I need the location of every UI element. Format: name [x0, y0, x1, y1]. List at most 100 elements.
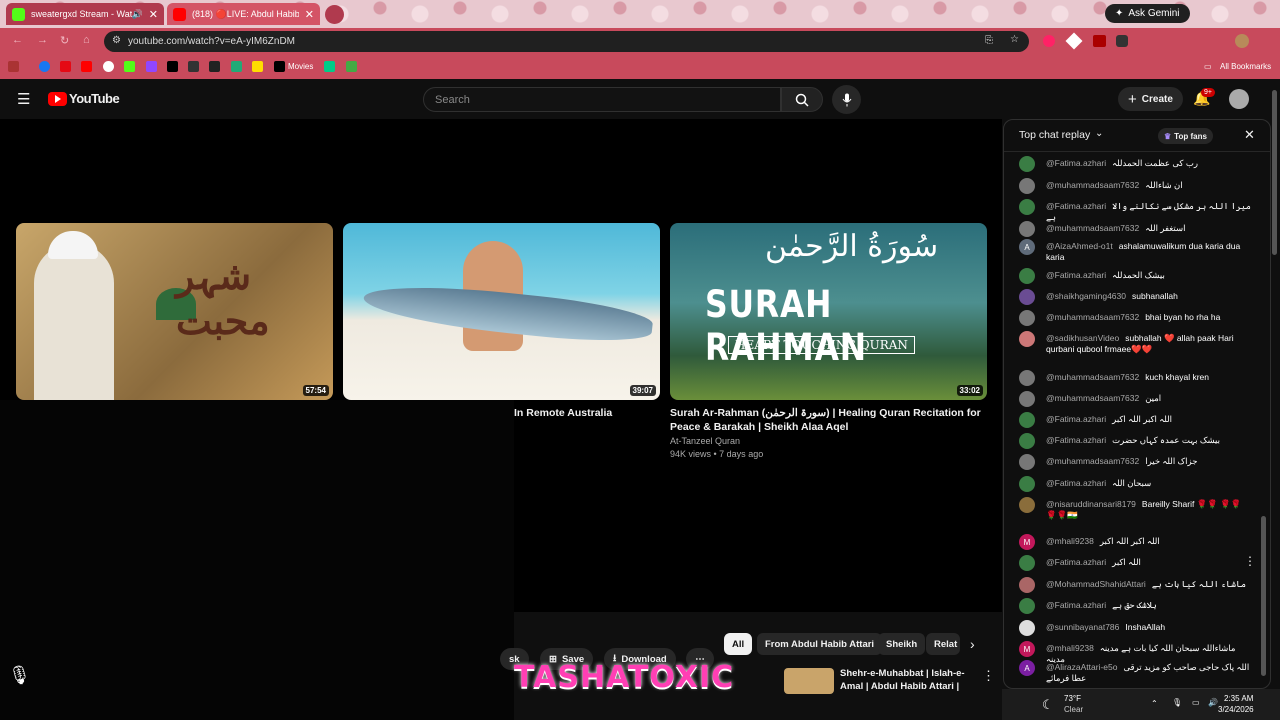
upnext-title[interactable]: Shehr-e-Muhabbat | Islah-e- [840, 668, 965, 680]
install-app-icon[interactable]: ⎘ [985, 35, 993, 46]
author-name[interactable]: @nisaruddinansari8179 [1046, 499, 1136, 509]
chat-message[interactable]: @Fatima.azhari سبحان اللہ [1019, 476, 1251, 492]
author-name[interactable]: @muhammadsaam7632 [1046, 393, 1139, 403]
chip-all[interactable]: All [724, 633, 753, 655]
all-bookmarks[interactable]: All Bookmarks [1220, 62, 1271, 71]
upnext-title[interactable]: Amal | Abdul Habib Attari | [840, 681, 959, 693]
clock-time[interactable]: 2:35 AM [1224, 694, 1253, 703]
browser-tab-kick[interactable]: sweatergxd Stream - Watch 🔊 ✕ [6, 3, 164, 25]
chat-message[interactable]: A @AizaAhmed-o1t ashalamuwalikum dua karia… [1019, 239, 1251, 263]
bookmark-icon[interactable] [324, 61, 335, 72]
author-avatar[interactable] [1019, 221, 1035, 237]
twitch-icon[interactable] [146, 61, 157, 72]
search-input[interactable]: Search [423, 87, 781, 112]
author-avatar[interactable] [1019, 289, 1035, 305]
clock-date[interactable]: 3/24/2026 [1218, 705, 1254, 714]
bookmark-icon[interactable] [231, 61, 242, 72]
menu-icon[interactable]: ☰ [17, 90, 30, 108]
more-vert-icon[interactable]: ⋮ [982, 668, 995, 684]
bookmark-icon[interactable] [252, 61, 263, 72]
author-avatar[interactable] [1019, 598, 1035, 614]
account-avatar[interactable] [1229, 89, 1249, 109]
video-title[interactable]: In Remote Australia [514, 406, 612, 420]
profile-avatar[interactable] [1235, 34, 1249, 48]
video-title[interactable]: Peace & Barakah | Sheikh Alaa Aqel [670, 420, 848, 434]
home-icon[interactable]: ⌂ [83, 34, 90, 46]
chat-message[interactable]: M @mhali9238 اللہ اکبر اللہ اکبر [1019, 534, 1251, 550]
author-name[interactable]: @Fatima.azhari [1046, 201, 1106, 211]
author-avatar[interactable] [1019, 268, 1035, 284]
author-name[interactable]: @muhammadsaam7632 [1046, 456, 1139, 466]
top-fans-button[interactable]: ♛ Top fans [1158, 128, 1213, 144]
close-icon[interactable]: ✕ [1244, 127, 1255, 143]
author-name[interactable]: @muhammadsaam7632 [1046, 223, 1139, 233]
search-button[interactable] [781, 87, 823, 112]
chip-sheikh[interactable]: Sheikh [878, 633, 926, 655]
extension-icon[interactable] [1065, 32, 1083, 50]
chat-message[interactable]: @Fatima.azhari بلاشک حق ہے [1019, 598, 1251, 614]
author-avatar[interactable]: A [1019, 239, 1035, 255]
author-name[interactable]: @AlirazaAttari-e5o [1046, 662, 1117, 672]
author-avatar[interactable] [1019, 497, 1035, 513]
chat-message[interactable]: @Fatima.azhari میرا اللہ ہر مشکل سے نکالن… [1019, 199, 1251, 223]
author-avatar[interactable]: A [1019, 660, 1035, 676]
chat-message[interactable]: @MohammadShahidAttari ماشاء اللہ کیا بات … [1019, 577, 1251, 593]
chat-scrollbar[interactable] [1261, 156, 1266, 676]
chevron-down-icon[interactable]: ⌄ [1095, 128, 1103, 139]
extension-icon[interactable] [1093, 35, 1106, 47]
microphone-tray-icon[interactable]: 🎙 [1172, 698, 1182, 707]
bookmark-icon[interactable] [188, 61, 199, 72]
author-avatar[interactable] [1019, 433, 1035, 449]
movies-icon[interactable] [274, 61, 285, 72]
chat-message[interactable]: @Fatima.azhari بیشک بہت عمدہ کہاں حضرت [1019, 433, 1251, 449]
video-title[interactable]: Surah Ar-Rahman (سورۃ الرحمٰن) | Healing… [670, 406, 981, 420]
chat-message[interactable]: @nisaruddinansari8179 Bareilly Sharif 🌹🌹 … [1019, 497, 1251, 521]
chat-message[interactable]: @muhammadsaam7632 kuch khayal kren [1019, 370, 1251, 386]
browser-tab-youtube[interactable]: (818) 🔴LIVE: Abdul Habib Attari ✕ [167, 3, 320, 25]
author-name[interactable]: @Fatima.azhari [1046, 270, 1106, 280]
message-more-icon[interactable]: ⋮ [1244, 554, 1256, 568]
netflix-icon[interactable] [60, 61, 71, 72]
voice-search-button[interactable] [832, 85, 861, 114]
chat-message[interactable]: @muhammadsaam7632 bhai byan ho rha ha [1019, 310, 1251, 326]
author-avatar[interactable] [1019, 391, 1035, 407]
chip-from-channel[interactable]: From Abdul Habib Attari [757, 633, 883, 655]
author-name[interactable]: @shaikhgaming4630 [1046, 291, 1126, 301]
back-icon[interactable]: ← [12, 34, 23, 46]
author-name[interactable]: @sunnibayanat786 [1046, 622, 1119, 632]
author-avatar[interactable] [1019, 620, 1035, 636]
address-bar[interactable]: ⚙ youtube.com/watch?v=eA-yIM6ZnDM ⎘ ☆ [104, 31, 1029, 52]
author-name[interactable]: @Fatima.azhari [1046, 158, 1106, 168]
ask-gemini-button[interactable]: ✦ Ask Gemini [1105, 4, 1190, 23]
video-thumbnail[interactable]: سُورَةُ الرَّحمٰن SURAH RAHMAN HEART TOU… [670, 223, 987, 400]
apps-icon[interactable] [8, 61, 19, 72]
kick-icon[interactable] [124, 61, 135, 72]
author-avatar[interactable] [1019, 555, 1035, 571]
chat-mode-selector[interactable]: Top chat replay [1019, 129, 1090, 141]
author-name[interactable]: @mhali9238 [1046, 643, 1094, 653]
author-avatar[interactable]: M [1019, 641, 1035, 657]
network-icon[interactable]: ▭ [1192, 698, 1200, 707]
chat-message[interactable]: @Fatima.azhari اللہ اکبر [1019, 555, 1251, 571]
author-avatar[interactable] [1019, 310, 1035, 326]
mute-icon[interactable]: 🎙 [8, 665, 31, 686]
author-avatar[interactable] [1019, 577, 1035, 593]
author-name[interactable]: @MohammadShahidAttari [1046, 579, 1146, 589]
page-scrollbar[interactable] [1272, 90, 1277, 255]
new-tab-button[interactable] [325, 5, 344, 24]
author-avatar[interactable] [1019, 199, 1035, 215]
volume-icon[interactable]: 🔊 [1208, 698, 1218, 707]
bookmark-movies[interactable]: Movies [288, 62, 313, 71]
reload-icon[interactable]: ↻ [60, 34, 69, 47]
bookmark-icon[interactable] [346, 61, 357, 72]
close-tab-icon[interactable]: ✕ [149, 8, 158, 21]
author-avatar[interactable] [1019, 454, 1035, 470]
forward-icon[interactable]: → [37, 34, 48, 46]
author-name[interactable]: @Fatima.azhari [1046, 414, 1106, 424]
author-avatar[interactable] [1019, 412, 1035, 428]
chat-message[interactable]: @Fatima.azhari اللہ اکبر اللہ اکبر [1019, 412, 1251, 428]
chat-message[interactable]: @muhammadsaam7632 امین [1019, 391, 1251, 407]
youtube-logo-icon[interactable] [48, 92, 67, 106]
site-info-icon[interactable]: ⚙ [112, 35, 121, 46]
video-thumbnail[interactable]: شہر محبت 57:54 [16, 223, 333, 400]
